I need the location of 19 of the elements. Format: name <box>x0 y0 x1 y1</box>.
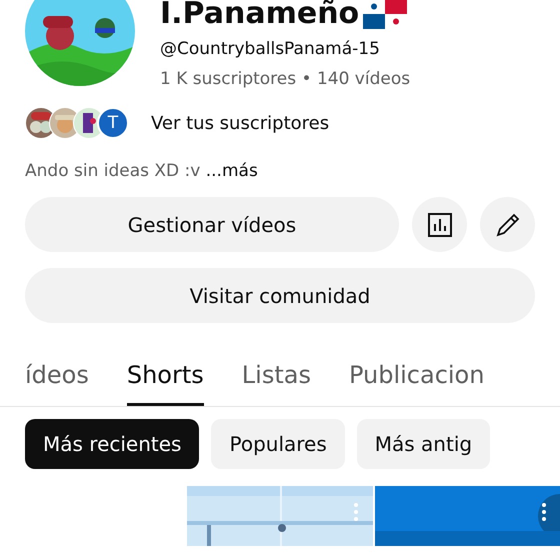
channel-description: Ando sin ideas XD :v ...más <box>24 160 259 181</box>
visit-community-button[interactable]: Visitar comunidad <box>25 268 535 323</box>
filter-chip[interactable]: Populares <box>211 419 345 469</box>
channel-stats: 1 K suscriptores • 140 vídeos <box>160 69 410 89</box>
channel-handle: @CountryballsPanamá-15 <box>160 39 381 59</box>
tab[interactable]: ídeos <box>25 361 89 406</box>
tab[interactable]: Shorts <box>126 361 204 406</box>
more-link[interactable]: ...más <box>206 161 258 181</box>
flag-icon <box>363 0 408 28</box>
manage-videos-button[interactable]: Gestionar vídeos <box>25 197 399 252</box>
filter-chip[interactable]: Más antig <box>356 419 490 469</box>
more-options-icon[interactable] <box>541 502 547 522</box>
tab[interactable]: Listas <box>242 361 311 406</box>
bar-chart-icon <box>426 212 452 238</box>
subscriber-avatar: T <box>97 107 129 139</box>
channel-title: I.Panameño <box>160 0 360 31</box>
filter-chip[interactable]: Más recientes <box>25 419 200 469</box>
subscribers-link[interactable]: Ver tus suscriptores <box>151 112 330 134</box>
tab[interactable]: Publicacion <box>348 361 484 406</box>
